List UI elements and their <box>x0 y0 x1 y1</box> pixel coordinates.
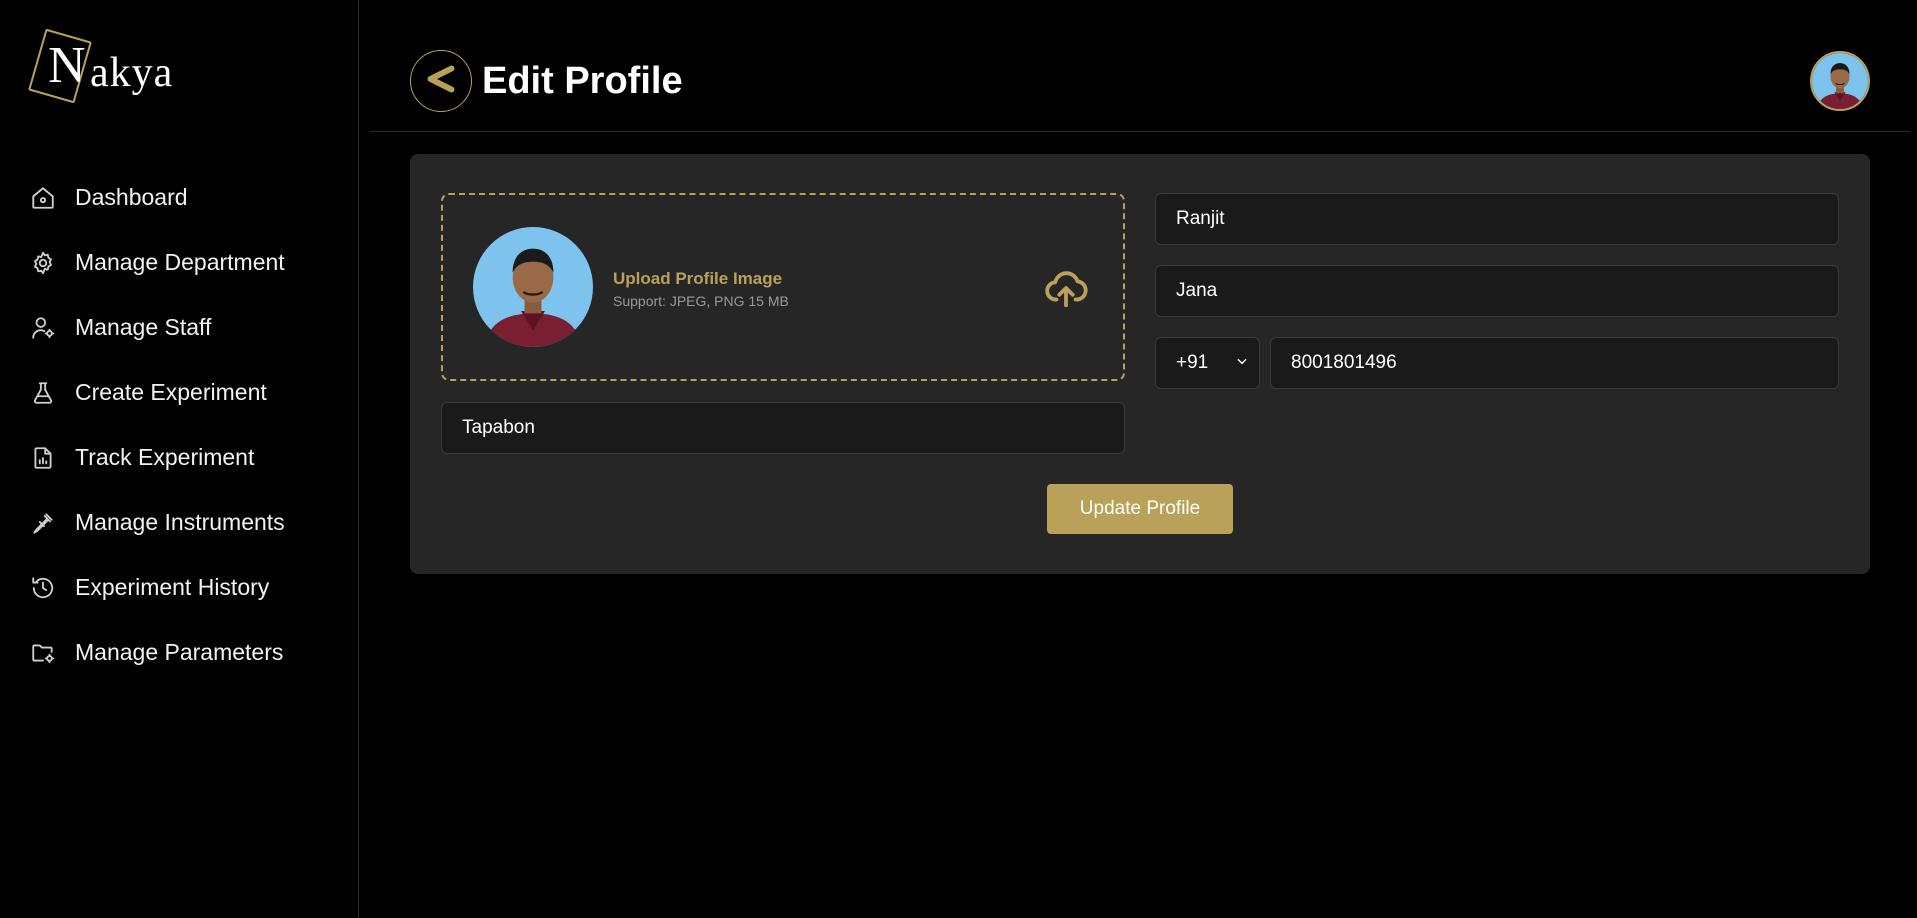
avatar[interactable] <box>1810 51 1870 111</box>
sidebar-item-dashboard[interactable]: Dashboard <box>0 165 359 230</box>
sidebar: N akya Dashboard Manage Department Manag… <box>0 0 359 918</box>
chevron-left-icon <box>423 61 459 102</box>
phone-field[interactable] <box>1270 337 1839 389</box>
sidebar-item-label: Manage Staff <box>75 314 212 340</box>
sidebar-item-manage-department[interactable]: Manage Department <box>0 230 359 295</box>
sidebar-item-manage-staff[interactable]: Manage Staff <box>0 295 359 360</box>
avatar-image <box>1812 53 1868 109</box>
upload-support-text: Support: JPEG, PNG 15 MB <box>613 293 789 309</box>
city-field[interactable] <box>441 402 1125 454</box>
logo-text: akya <box>90 50 174 96</box>
sidebar-item-label: Manage Parameters <box>75 639 284 665</box>
upload-title: Upload Profile Image <box>613 269 783 288</box>
sidebar-item-manage-instruments[interactable]: Manage Instruments <box>0 490 359 555</box>
country-code-select[interactable]: +91 <box>1155 337 1260 389</box>
logo-letter: N <box>48 37 86 94</box>
sidebar-item-label: Experiment History <box>75 574 270 600</box>
sidebar-item-manage-parameters[interactable]: Manage Parameters <box>0 620 359 685</box>
sidebar-item-label: Track Experiment <box>75 444 255 470</box>
flask-icon <box>29 379 57 407</box>
sidebar-item-create-experiment[interactable]: Create Experiment <box>0 360 359 425</box>
update-profile-button[interactable]: Update Profile <box>1047 484 1233 534</box>
avatar-image <box>473 227 593 347</box>
sidebar-item-label: Manage Instruments <box>75 509 285 535</box>
history-icon <box>29 574 57 602</box>
profile-image-upload[interactable]: Upload Profile Image Support: JPEG, PNG … <box>441 193 1125 381</box>
cloud-upload-icon[interactable] <box>1043 265 1089 311</box>
user-gear-icon <box>29 314 57 342</box>
edit-profile-card: Upload Profile Image Support: JPEG, PNG … <box>410 154 1870 574</box>
page-title: Edit Profile <box>482 60 683 102</box>
brand-logo[interactable]: N akya <box>28 26 188 110</box>
page-header: Edit Profile <box>370 0 1910 132</box>
first-name-field[interactable] <box>1155 193 1839 245</box>
pipette-icon <box>29 509 57 537</box>
sidebar-item-label: Create Experiment <box>75 379 267 405</box>
home-icon <box>29 184 57 212</box>
sidebar-item-label: Dashboard <box>75 184 188 210</box>
folder-gear-icon <box>29 639 57 667</box>
document-chart-icon <box>29 444 57 472</box>
country-code-value: +91 <box>1176 352 1209 373</box>
gear-icon <box>29 249 57 277</box>
profile-image-preview <box>473 227 593 347</box>
back-button[interactable] <box>410 50 472 112</box>
sidebar-item-track-experiment[interactable]: Track Experiment <box>0 425 359 490</box>
sidebar-item-label: Manage Department <box>75 249 285 275</box>
chevron-down-icon <box>1235 352 1249 374</box>
sidebar-item-experiment-history[interactable]: Experiment History <box>0 555 359 620</box>
last-name-field[interactable] <box>1155 265 1839 317</box>
sidebar-nav: Dashboard Manage Department Manage Staff… <box>0 165 359 685</box>
